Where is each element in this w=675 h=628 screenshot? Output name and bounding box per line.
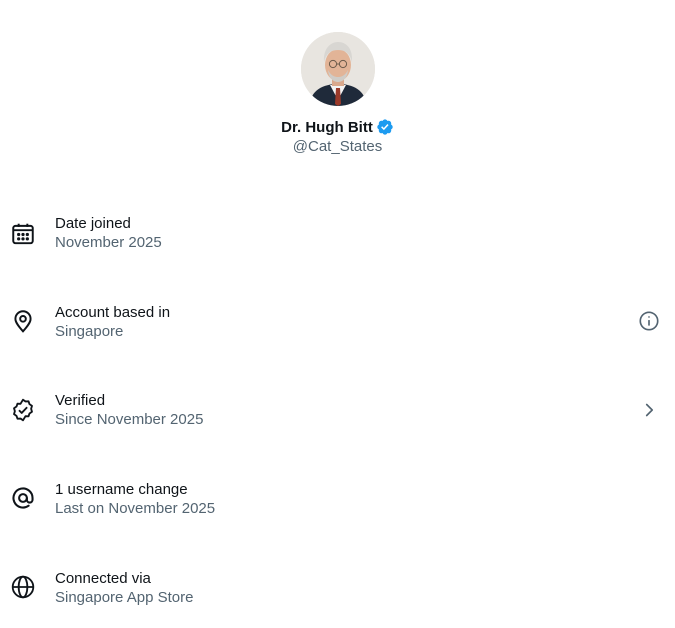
profile-header: Dr. Hugh Bitt @Cat_States xyxy=(0,32,675,155)
info-row-text: Date joined November 2025 xyxy=(55,214,162,252)
info-row-value: Singapore xyxy=(55,323,124,340)
info-row-label: Connected via xyxy=(55,570,151,587)
info-row-label: Date joined xyxy=(55,215,131,232)
globe-icon xyxy=(10,574,36,600)
info-icon[interactable] xyxy=(638,310,660,332)
info-row-text: Connected via Singapore App Store xyxy=(55,569,193,607)
name-row: Dr. Hugh Bitt xyxy=(281,117,394,137)
handle[interactable]: @Cat_States xyxy=(293,138,382,155)
info-row-verified[interactable]: Verified Since November 2025 xyxy=(0,391,675,451)
info-row-value: Since November 2025 xyxy=(55,411,204,428)
calendar-icon xyxy=(10,221,36,247)
at-sign-icon xyxy=(10,485,36,511)
verified-badge-icon xyxy=(376,118,394,136)
info-row-username-change: 1 username change Last on November 2025 xyxy=(0,480,675,540)
chevron-right-icon[interactable] xyxy=(638,399,660,421)
info-row-value: Last on November 2025 xyxy=(55,500,216,517)
info-row-connected-via: Connected via Singapore App Store xyxy=(0,569,675,628)
info-row-text: Verified Since November 2025 xyxy=(55,391,203,429)
verified-seal-icon xyxy=(10,397,36,423)
account-info-page: Dr. Hugh Bitt @Cat_States Date joined No… xyxy=(0,0,675,628)
avatar[interactable] xyxy=(300,32,375,106)
info-row-label: Account based in xyxy=(55,304,171,321)
info-row-value: Singapore App Store xyxy=(55,589,194,606)
display-name: Dr. Hugh Bitt xyxy=(281,118,373,136)
info-row-text: 1 username change Last on November 2025 xyxy=(55,480,215,518)
info-row-value: November 2025 xyxy=(55,234,162,251)
location-pin-icon xyxy=(10,308,36,334)
info-row-label: Verified xyxy=(55,392,106,409)
info-row-label: 1 username change xyxy=(55,481,188,498)
info-row-date-joined: Date joined November 2025 xyxy=(0,214,675,274)
info-row-account-based-in: Account based in Singapore xyxy=(0,303,675,363)
info-row-text: Account based in Singapore xyxy=(55,303,170,341)
